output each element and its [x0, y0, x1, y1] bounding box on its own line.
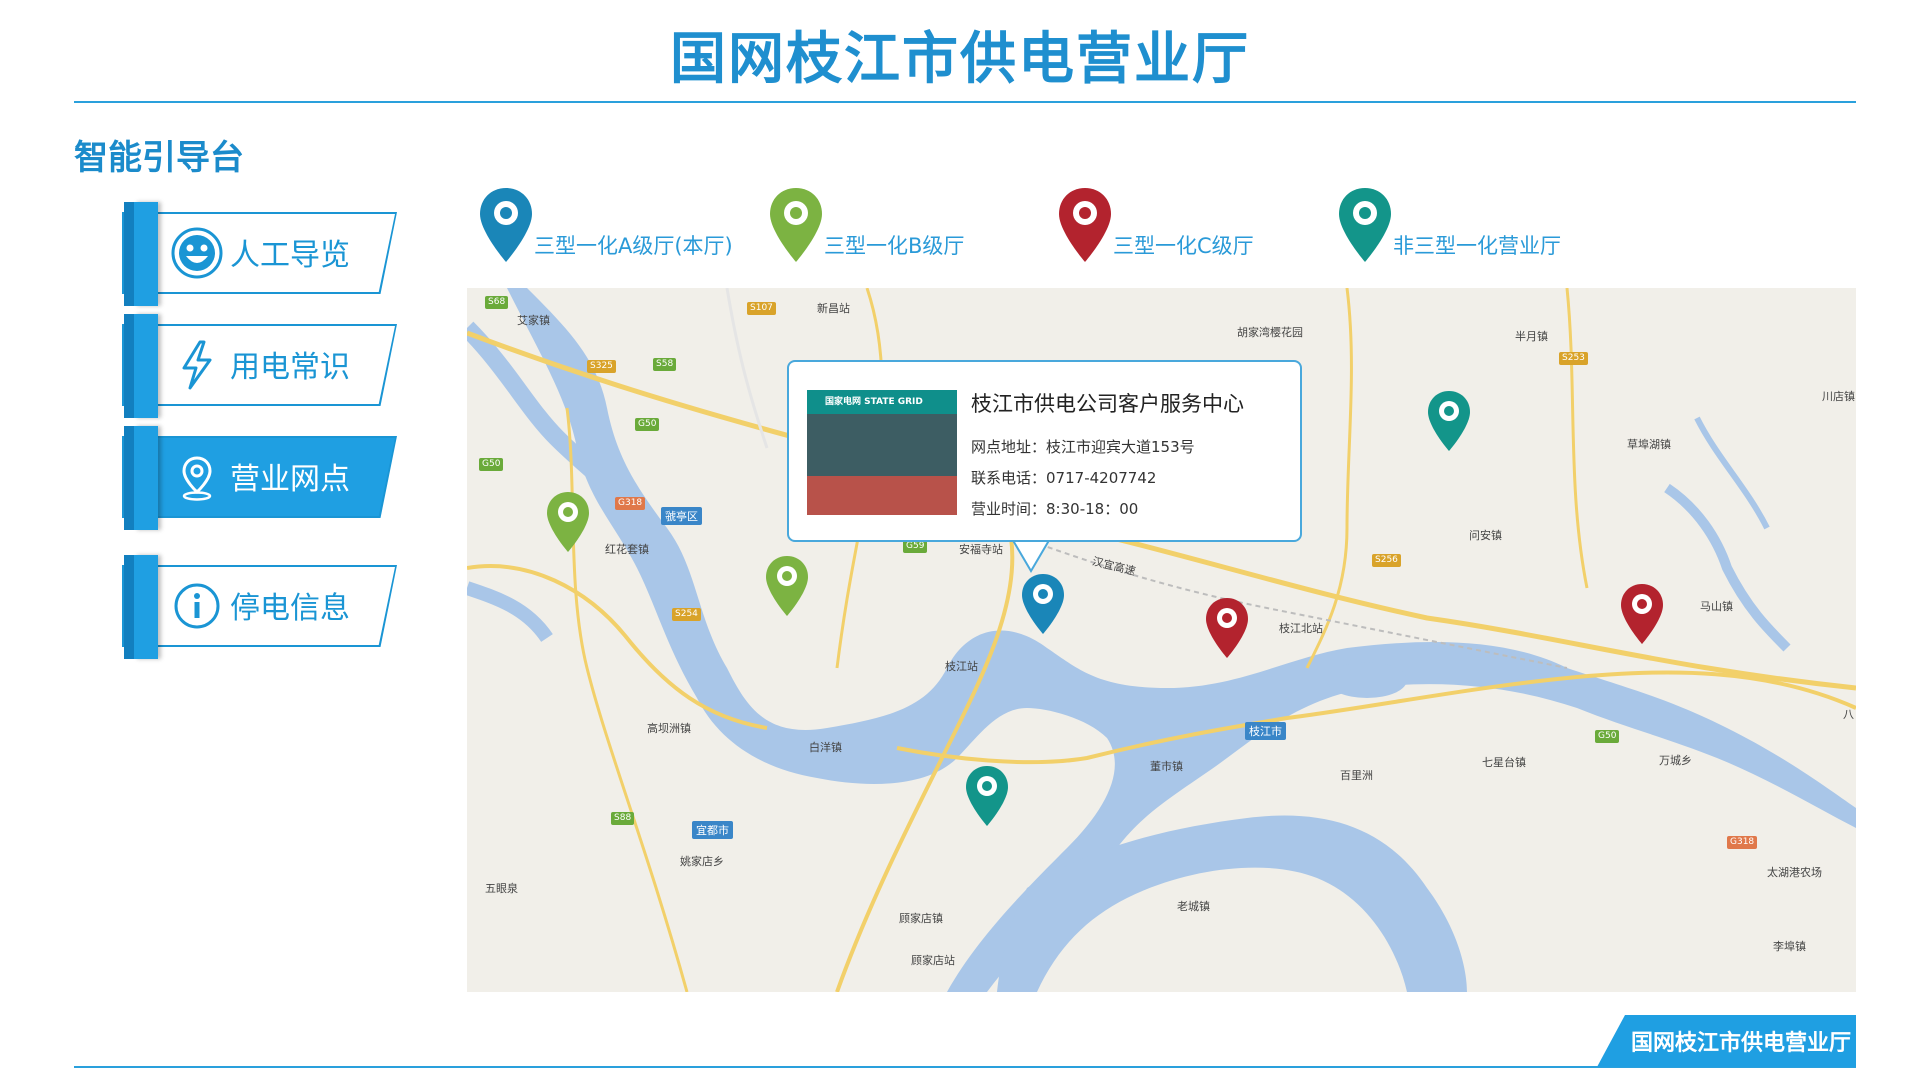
map-place: 顾家店站 — [911, 954, 955, 967]
marker-b-level[interactable] — [764, 554, 810, 618]
map-place: 枝江北站 — [1279, 622, 1323, 635]
map-place: 李埠镇 — [1773, 940, 1806, 953]
map-pin-icon — [1339, 188, 1391, 262]
map-place: 半月镇 — [1515, 330, 1548, 343]
map-pin-icon — [770, 188, 822, 262]
footer-badge: 国网枝江市供电营业厅 — [1597, 1015, 1856, 1067]
map-place: 七星台镇 — [1482, 756, 1526, 769]
map-place: 红花套镇 — [605, 543, 649, 556]
marker-c-level[interactable] — [1204, 596, 1250, 660]
map-place: 艾家镇 — [517, 314, 550, 327]
marker-b-level[interactable] — [545, 490, 591, 554]
road-shield: S68 — [485, 296, 509, 309]
map-place: 姚家店乡 — [680, 855, 724, 868]
map-place: 新昌站 — [817, 302, 850, 315]
road-shield: S107 — [747, 302, 776, 315]
map-place: 胡家湾樱花园 — [1237, 326, 1303, 339]
legend-label: 三型一化C级厅 — [1113, 234, 1254, 258]
menu-item-guide[interactable]: 人工导览 — [122, 202, 397, 306]
road-shield: G50 — [635, 418, 660, 431]
footer-divider — [74, 1066, 1856, 1068]
road-shield: S254 — [672, 608, 701, 621]
map-place: 高坝洲镇 — [647, 722, 691, 735]
map-place: 万城乡 — [1659, 754, 1692, 767]
road-shield: G318 — [615, 497, 646, 510]
map-pin-icon — [1059, 188, 1111, 262]
legend-label: 三型一化B级厅 — [824, 234, 965, 258]
map-place: 枝江市 — [1245, 722, 1286, 740]
smiley-icon — [171, 227, 223, 279]
marker-c-level[interactable] — [1619, 582, 1665, 646]
map-place: 五眼泉 — [485, 882, 518, 895]
map-place: 草埠湖镇 — [1627, 438, 1671, 451]
menu-item-electricity-tips[interactable]: 用电常识 — [122, 314, 397, 418]
popup-address: 网点地址：枝江市迎宾大道153号 — [971, 438, 1195, 456]
marker-a-level-selected[interactable] — [1020, 572, 1066, 636]
map-place: 董市镇 — [1150, 760, 1183, 773]
map-place: 白洋镇 — [809, 741, 842, 754]
menu-label: 停电信息 — [230, 591, 350, 626]
state-grid-logo: 国家电网 STATE GRID — [807, 390, 957, 414]
marker-other[interactable] — [964, 764, 1010, 828]
road-shield: S253 — [1559, 352, 1588, 365]
page-title: 国网枝江市供电营业厅 — [670, 27, 1250, 92]
map-place: 百里洲 — [1340, 769, 1373, 782]
map-place: 八 — [1843, 708, 1854, 721]
map-place: 马山镇 — [1700, 600, 1733, 613]
map-place: 宜都市 — [692, 821, 733, 839]
road-shield: G318 — [1727, 836, 1758, 849]
map-place: 枝江站 — [945, 660, 978, 673]
road-shield: S58 — [653, 358, 677, 371]
header-divider — [74, 101, 1856, 103]
road-shield: S256 — [1372, 554, 1401, 567]
location-pin-icon — [182, 456, 212, 501]
lightning-icon — [182, 340, 212, 390]
map-place: 虢亭区 — [661, 507, 702, 525]
menu-item-outage-info[interactable]: 停电信息 — [122, 555, 397, 659]
road-shield: G50 — [479, 458, 504, 471]
menu-label: 营业网点 — [230, 462, 350, 497]
outlet-info-popup: 国家电网 STATE GRID 枝江市供电公司客户服务中心 网点地址：枝江市迎宾… — [787, 360, 1302, 542]
menu-label: 用电常识 — [230, 350, 350, 385]
section-title: 智能引导台 — [74, 138, 244, 178]
map-pin-icon — [480, 188, 532, 262]
map-place: 老城镇 — [1177, 900, 1210, 913]
road-shield: S325 — [587, 360, 616, 373]
footer-badge-text: 国网枝江市供电营业厅 — [1631, 1031, 1852, 1056]
marker-other[interactable] — [1426, 389, 1472, 453]
outlet-photo: 国家电网 STATE GRID — [807, 390, 957, 515]
map-place: 太湖港农场 — [1767, 866, 1822, 879]
menu-label: 人工导览 — [230, 238, 350, 273]
legend-label: 三型一化A级厅(本厅) — [534, 234, 733, 258]
legend-label: 非三型一化营业厅 — [1393, 234, 1561, 258]
popup-phone: 联系电话：0717-4207742 — [971, 469, 1157, 487]
popup-tail — [1011, 537, 1051, 573]
info-icon — [174, 583, 220, 629]
map-place: 川店镇 — [1822, 390, 1855, 403]
map-place: 顾家店镇 — [899, 912, 943, 925]
map-place: 安福寺站 — [959, 543, 1003, 556]
popup-hours: 营业时间：8:30-18：00 — [971, 500, 1139, 518]
map-place: 问安镇 — [1469, 529, 1502, 542]
road-shield: G50 — [1595, 730, 1620, 743]
popup-title: 枝江市供电公司客户服务中心 — [971, 392, 1244, 416]
menu-item-service-outlets[interactable]: 营业网点 — [122, 426, 397, 530]
road-shield: S88 — [611, 812, 635, 825]
